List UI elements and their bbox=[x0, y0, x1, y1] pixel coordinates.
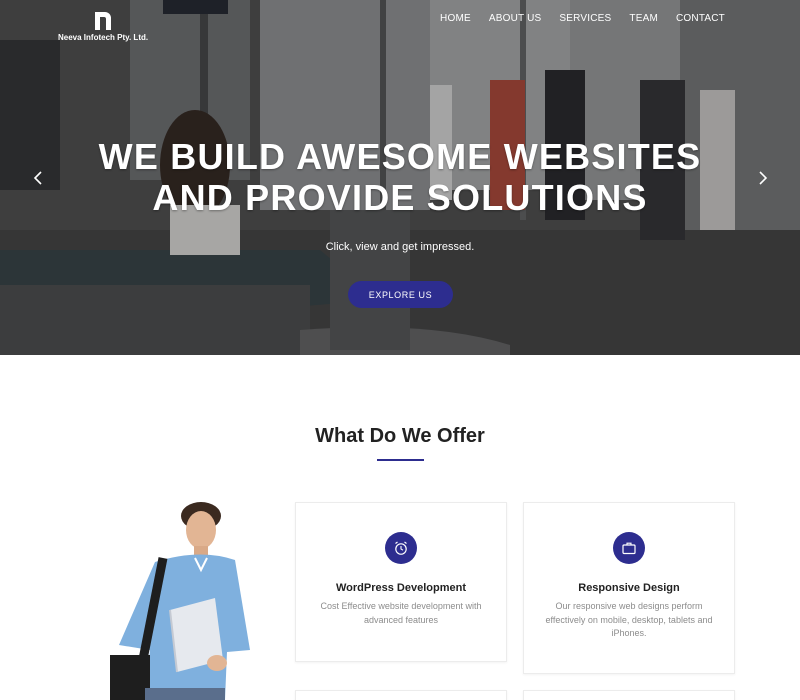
nav-about-us[interactable]: ABOUT US bbox=[480, 13, 551, 24]
brand-name: Neeva Infotech Pty. Ltd. bbox=[58, 33, 149, 42]
student-image bbox=[110, 502, 250, 700]
logo-n-icon bbox=[95, 12, 111, 30]
card-description: Cost Effective website development with … bbox=[320, 601, 482, 625]
service-card-partial[interactable] bbox=[295, 690, 507, 700]
icon-badge bbox=[385, 532, 417, 564]
card-description: Our responsive web designs perform effec… bbox=[545, 601, 713, 638]
service-card-responsive[interactable]: Responsive Design Our responsive web des… bbox=[523, 502, 735, 674]
hero-title-line1: WE BUILD AWESOME WEBSITES bbox=[98, 136, 702, 177]
nav-team[interactable]: TEAM bbox=[620, 13, 667, 24]
service-card-wordpress[interactable]: WordPress Development Cost Effective web… bbox=[295, 502, 507, 662]
nav-contact[interactable]: CONTACT bbox=[667, 13, 725, 24]
nav-home[interactable]: HOME bbox=[431, 13, 480, 24]
brand-logo[interactable]: Neeva Infotech Pty. Ltd. bbox=[58, 9, 158, 43]
icon-badge bbox=[613, 532, 645, 564]
briefcase-icon bbox=[622, 542, 636, 555]
hero-title-line2: AND PROVIDE SOLUTIONS bbox=[152, 177, 648, 218]
alarm-clock-icon bbox=[395, 541, 407, 555]
card-title: Responsive Design bbox=[578, 582, 680, 594]
offer-section-title: What Do We Offer bbox=[315, 425, 485, 447]
explore-us-button[interactable]: EXPLORE US bbox=[348, 281, 453, 308]
main-nav: HOME ABOUT US SERVICES TEAM CONTACT bbox=[431, 13, 725, 24]
service-card-partial[interactable] bbox=[523, 690, 735, 700]
hero-banner: Neeva Infotech Pty. Ltd. HOME ABOUT US S… bbox=[0, 0, 800, 355]
hero-subtitle: Click, view and get impressed. bbox=[325, 241, 475, 253]
card-title: WordPress Development bbox=[335, 582, 466, 594]
nav-services[interactable]: SERVICES bbox=[550, 13, 620, 24]
section-divider bbox=[377, 459, 424, 461]
